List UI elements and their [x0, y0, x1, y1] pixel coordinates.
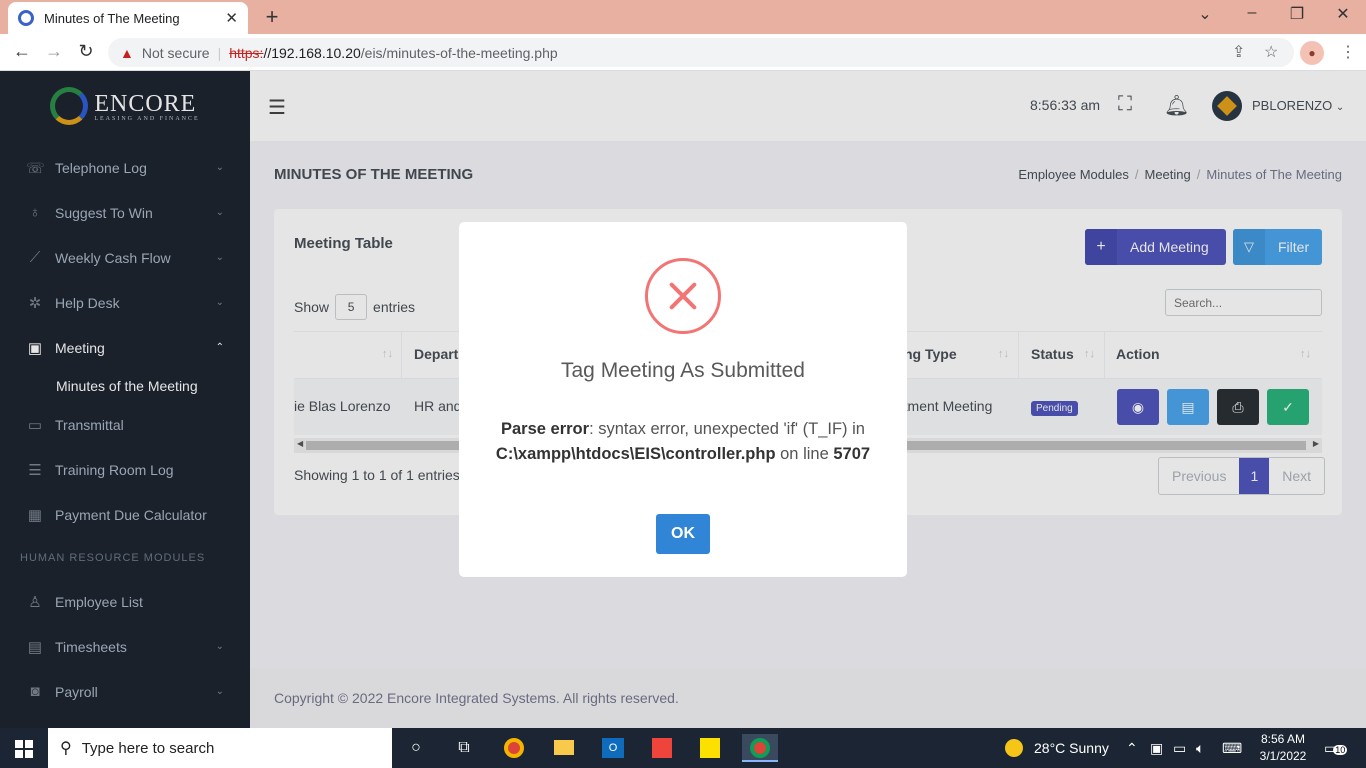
error-label: Parse error: [501, 420, 590, 438]
task-view-icon[interactable]: ⧉: [446, 734, 482, 762]
taskbar-clock[interactable]: 8:56 AM 3/1/2022: [1258, 731, 1308, 765]
restore-icon[interactable]: ❐: [1285, 4, 1309, 24]
close-tab-icon[interactable]: ✕: [225, 9, 238, 27]
error-line-number: 5707: [833, 445, 871, 463]
notification-count: 10: [1333, 745, 1348, 755]
search-icon: ⚲: [60, 740, 72, 757]
sticky-notes-icon[interactable]: [692, 734, 728, 762]
site-favicon-icon: [18, 10, 34, 26]
tab-search-icon[interactable]: ⌄: [1193, 4, 1217, 24]
network-icon[interactable]: ▭: [1173, 740, 1186, 757]
error-dialog: Tag Meeting As Submitted Parse error: sy…: [459, 222, 907, 577]
warning-icon: ▲: [120, 44, 134, 61]
windows-taskbar: ⚲ Type here to search ○ ⧉ O 28°C Sunny ⌃…: [0, 728, 1366, 768]
profile-avatar-icon[interactable]: ●: [1300, 41, 1324, 65]
url-separator: |: [217, 44, 222, 61]
menu-kebab-icon[interactable]: ⋮: [1340, 42, 1356, 62]
weather-sun-icon[interactable]: [1005, 739, 1023, 757]
browser-toolbar: ← → ↻ ▲ Not secure | https: //192.168.10…: [0, 34, 1366, 71]
window-close-icon[interactable]: ✕: [1331, 4, 1355, 24]
taskbar-search-box[interactable]: ⚲ Type here to search: [48, 728, 392, 768]
windows-start-icon[interactable]: [15, 740, 33, 758]
share-icon[interactable]: ⇪: [1232, 42, 1245, 62]
back-icon[interactable]: ←: [10, 41, 34, 62]
error-message: : syntax error, unexpected 'if' (T_IF) i…: [589, 420, 865, 438]
address-bar[interactable]: ▲ Not secure | https: //192.168.10.20 /e…: [108, 38, 1294, 67]
minimize-icon[interactable]: –: [1240, 4, 1264, 22]
notification-center-icon[interactable]: ▭10: [1324, 740, 1348, 757]
tray-chevron-up-icon[interactable]: ⌃: [1126, 740, 1138, 757]
url-protocol: https:: [229, 44, 264, 61]
error-x-icon: [645, 258, 721, 334]
taskbar-search-placeholder: Type here to search: [81, 739, 215, 757]
cortana-icon[interactable]: ○: [398, 734, 434, 762]
dialog-message: Parse error: syntax error, unexpected 'i…: [489, 417, 877, 467]
reload-icon[interactable]: ↻: [74, 41, 98, 62]
chrome-icon[interactable]: [496, 734, 532, 762]
tab-title: Minutes of The Meeting: [44, 10, 180, 26]
taskbar-time: 8:56 AM: [1260, 732, 1306, 746]
outlook-icon[interactable]: O: [595, 734, 631, 762]
ok-button[interactable]: OK: [656, 514, 710, 554]
chrome-profile-icon[interactable]: [742, 734, 778, 762]
url-path: /eis/minutes-of-the-meeting.php: [360, 44, 558, 61]
new-tab-icon[interactable]: +: [260, 4, 284, 30]
forward-icon[interactable]: →: [42, 41, 66, 62]
bookmark-star-icon[interactable]: ☆: [1264, 42, 1278, 62]
volume-icon[interactable]: 🔈︎: [1196, 740, 1204, 757]
browser-tab[interactable]: Minutes of The Meeting ✕: [8, 2, 248, 34]
dialog-title: Tag Meeting As Submitted: [561, 359, 805, 382]
taskbar-date: 3/1/2022: [1259, 749, 1307, 763]
error-on-line: on line: [775, 445, 834, 463]
not-secure-label[interactable]: Not secure: [142, 45, 210, 61]
keyboard-icon[interactable]: ⌨: [1222, 740, 1242, 757]
file-explorer-icon[interactable]: [546, 734, 582, 762]
meet-now-icon[interactable]: ▣: [1150, 740, 1163, 757]
error-file-path: C:\xampp\htdocs\EIS\controller.php: [495, 445, 776, 463]
browser-tab-bar: Minutes of The Meeting ✕ + ⌄ – ❐ ✕: [0, 0, 1366, 34]
weather-text[interactable]: 28°C Sunny: [1034, 740, 1109, 756]
anydesk-icon[interactable]: [644, 734, 680, 762]
url-host: //192.168.10.20: [263, 44, 361, 61]
